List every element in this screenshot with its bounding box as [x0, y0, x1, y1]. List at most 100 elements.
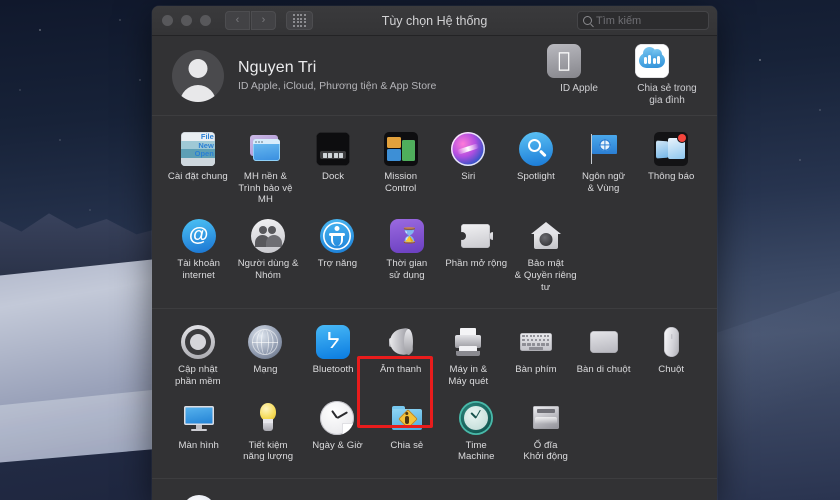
pref-item-ntfs-for-mac[interactable]: NTFS for Mac — [164, 489, 233, 500]
profile-subtitle: ID Apple, iCloud, Phương tiện & App Stor… — [238, 80, 437, 92]
pref-label: Âm thanh — [379, 364, 422, 376]
pref-label: Phần mở rộng — [445, 258, 508, 270]
pref-label: Cài đặt chung — [167, 171, 228, 182]
pref-item-desktop-screensaver[interactable]: MH nền & Trình bảo vệ MH — [232, 126, 300, 213]
pref-item-software-update[interactable]: Cập nhật phần mềm — [164, 319, 232, 394]
pref-label: Siri — [461, 171, 476, 182]
pref-item-sharing[interactable]: Chia sẻ — [372, 395, 441, 470]
family-sharing-icon — [635, 43, 669, 78]
zoom-button[interactable] — [200, 15, 211, 26]
trackpad-icon — [587, 325, 621, 359]
pref-item-screen-time[interactable]: ⌛ Thời gian sử dụng — [372, 213, 441, 300]
date-time-icon: 18 — [320, 400, 355, 435]
language-region-icon — [587, 132, 621, 166]
preferences-row: File New Open Cài đặt chung MH nền & Trình… — [164, 126, 705, 213]
pref-item-mouse[interactable]: Chuột — [637, 319, 705, 394]
pref-label: Mission Control — [384, 171, 418, 194]
pref-label: Ngôn ngữ & Vùng — [582, 171, 626, 194]
show-all-grid-button[interactable] — [286, 11, 313, 30]
pref-label: Time Machine — [457, 439, 495, 463]
pref-item-dock[interactable]: Dock — [299, 126, 367, 213]
pref-item-printers-scanners[interactable]: Máy in & Máy quét — [435, 319, 503, 394]
forward-button[interactable]: › — [251, 11, 276, 30]
mission-control-icon — [383, 132, 418, 166]
pref-item-network[interactable]: Mạng — [232, 319, 300, 394]
pref-item-time-machine[interactable]: Time Machine — [442, 395, 511, 470]
pref-item-internet-accounts[interactable]: @ Tài khoản internet — [164, 213, 233, 300]
pref-item-displays[interactable]: Màn hình — [164, 395, 233, 470]
back-button[interactable]: ‹ — [225, 11, 250, 30]
desktop-screensaver-icon — [248, 132, 282, 166]
mouse-icon — [654, 325, 688, 359]
pref-label: Chuột — [658, 364, 685, 376]
pref-item-notifications[interactable]: Thông báo — [637, 126, 705, 213]
pref-item-accessibility[interactable]: Trợ năng — [303, 213, 372, 300]
pref-item-trackpad[interactable]: Bàn di chuột — [570, 319, 638, 394]
pref-item-language-region[interactable]: Ngôn ngữ & Vùng — [570, 126, 638, 213]
software-update-icon — [180, 325, 215, 360]
pref-item-extensions[interactable]: Phần mở rộng — [442, 213, 511, 300]
preferences-row: NTFS for Mac — [164, 489, 705, 500]
keyboard-icon — [519, 325, 553, 359]
pref-item-siri[interactable]: Siri — [435, 126, 503, 213]
pref-item-energy-saver[interactable]: Tiết kiệm năng lượng — [233, 395, 302, 470]
pref-label: Bàn di chuột — [576, 364, 631, 376]
apple-id-profile-section[interactable]: Nguyen Tri ID Apple, iCloud, Phương tiện… — [152, 36, 717, 116]
avatar-head-icon — [188, 58, 208, 78]
security-privacy-icon — [529, 219, 563, 253]
startup-disk-icon — [529, 401, 563, 435]
pref-item-general[interactable]: File New Open Cài đặt chung — [164, 126, 232, 213]
preferences-section-personal: File New Open Cài đặt chung MH nền & Trình… — [152, 116, 717, 310]
pref-label: Cập nhật phần mềm — [174, 364, 221, 387]
internet-accounts-icon: @ — [181, 219, 216, 254]
profile-quick-tiles:  ID Apple Chia sẻ trong gia đình — [547, 43, 699, 108]
dock-icon — [316, 132, 351, 166]
pref-label: Bluetooth — [312, 364, 354, 376]
close-button[interactable] — [162, 15, 173, 26]
pref-label: Thời gian sử dụng — [386, 258, 428, 281]
search-icon — [583, 16, 592, 25]
pref-item-mission-control[interactable]: Mission Control — [367, 126, 435, 213]
siri-icon — [451, 132, 486, 166]
pref-item-startup-disk[interactable]: Ổ đĩa Khởi động — [511, 395, 580, 470]
bluetooth-icon: ᔭ — [316, 325, 351, 360]
pref-label: MH nền & Trình bảo vệ MH — [238, 171, 293, 206]
pref-item-apple-id[interactable]:  ID Apple — [547, 43, 611, 108]
printers-scanners-icon — [451, 325, 485, 359]
calendar-day: 18 — [345, 431, 353, 435]
pref-label: Chia sẻ trong gia đình — [637, 82, 697, 107]
pref-item-family-sharing[interactable]: Chia sẻ trong gia đình — [635, 43, 699, 108]
pref-item-date-time[interactable]: 18 Ngày & Giờ — [303, 395, 372, 470]
pref-label: Máy in & Máy quét — [448, 364, 489, 387]
pref-item-security-privacy[interactable]: Bảo mật & Quyền riêng tư — [511, 213, 580, 300]
pref-item-bluetooth[interactable]: ᔭ Bluetooth — [299, 319, 367, 394]
pref-label: Tài khoản internet — [177, 258, 220, 281]
pref-label: Dock — [322, 171, 345, 182]
preferences-body: Nguyen Tri ID Apple, iCloud, Phương tiện… — [152, 36, 717, 500]
pref-item-keyboard[interactable]: Bàn phím — [502, 319, 570, 394]
pref-label: Trợ năng — [317, 258, 358, 270]
pref-label: Spotlight — [517, 171, 555, 182]
preferences-row: @ Tài khoản internet Người dùng & Nhóm T… — [164, 213, 705, 300]
profile-text: Nguyen Tri ID Apple, iCloud, Phương tiện… — [238, 59, 436, 92]
preferences-section-hardware: Cập nhật phần mềm Mạng ᔭ Bluetooth Âm th… — [152, 309, 717, 480]
energy-saver-icon — [251, 401, 285, 435]
pref-label: Ổ đĩa Khởi động — [523, 439, 568, 463]
preferences-section-third-party: NTFS for Mac — [152, 479, 717, 500]
extensions-icon — [459, 219, 494, 253]
spotlight-icon — [518, 132, 553, 166]
pref-item-users-groups[interactable]: Người dùng & Nhóm — [233, 213, 302, 300]
pref-item-spotlight[interactable]: Spotlight — [502, 126, 570, 213]
preferences-row: Cập nhật phần mềm Mạng ᔭ Bluetooth Âm th… — [164, 319, 705, 394]
system-preferences-window: ‹ › Tùy chọn Hệ thống Tìm kiếm Nguyen Tr… — [152, 6, 717, 500]
avatar[interactable] — [172, 49, 224, 102]
ntfs-for-mac-icon — [181, 495, 216, 500]
traffic-lights — [162, 15, 211, 26]
displays-icon — [182, 401, 216, 435]
search-input[interactable]: Tìm kiếm — [577, 11, 709, 30]
accessibility-icon — [320, 219, 355, 254]
pref-label: Thông báo — [648, 171, 695, 182]
pref-item-sound[interactable]: Âm thanh — [367, 319, 435, 394]
pref-label: Bàn phím — [515, 364, 557, 376]
minimize-button[interactable] — [181, 15, 192, 26]
